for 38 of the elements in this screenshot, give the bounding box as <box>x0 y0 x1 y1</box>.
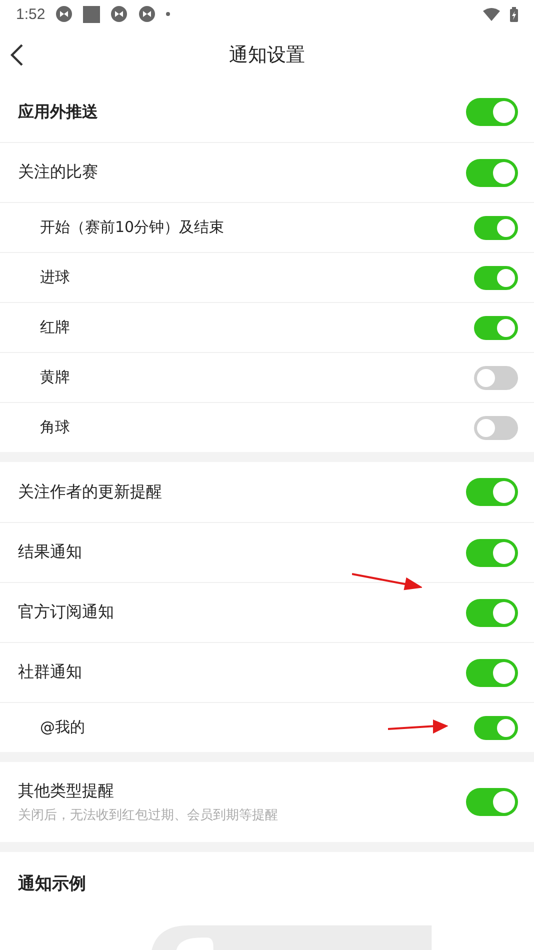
battery-icon <box>510 6 518 22</box>
wifi-icon <box>483 8 500 20</box>
dot-icon <box>166 12 170 16</box>
setting-label: 关注的比赛 <box>18 162 98 183</box>
toggle-switch[interactable] <box>474 316 518 340</box>
setting-label: 社群通知 <box>18 662 82 683</box>
toggle-switch[interactable] <box>466 158 518 186</box>
setting-label: 关注作者的更新提醒 <box>18 482 162 502</box>
setting-hint: 关闭后，无法收到红包过期、会员到期等提醒 <box>18 806 278 824</box>
setting-label: @我的 <box>40 718 85 737</box>
toggle-switch[interactable] <box>474 266 518 290</box>
page-title: 通知设置 <box>229 43 305 68</box>
setting-label: 其他类型提醒 <box>18 780 115 802</box>
back-icon[interactable] <box>10 44 24 66</box>
setting-label: 应用外推送 <box>18 102 98 122</box>
setting-label: 开始（赛前10分钟）及结束 <box>40 218 224 237</box>
toggle-switch[interactable] <box>466 598 518 626</box>
app-icon <box>83 6 100 22</box>
app-icon <box>110 5 128 23</box>
section-title: 通知示例 <box>17 873 87 895</box>
setting-label: 角球 <box>40 418 70 437</box>
toggle-switch[interactable] <box>474 366 518 390</box>
setting-label: 黄牌 <box>40 368 70 387</box>
toggle-switch[interactable] <box>474 416 518 440</box>
setting-label: 官方订阅通知 <box>18 602 114 623</box>
setting-label: 进球 <box>40 268 70 287</box>
status-time: 1:52 <box>16 6 46 22</box>
setting-label: 结果通知 <box>18 542 82 563</box>
app-icon <box>138 5 156 23</box>
toggle-switch[interactable] <box>466 658 518 686</box>
toggle-switch[interactable] <box>466 788 518 816</box>
toggle-switch[interactable] <box>466 478 518 506</box>
toggle-switch[interactable] <box>474 716 518 740</box>
setting-label: 红牌 <box>40 318 70 337</box>
toggle-switch[interactable] <box>466 538 518 566</box>
app-icon <box>55 5 74 23</box>
toggle-switch[interactable] <box>474 216 518 240</box>
toggle-switch[interactable] <box>466 98 518 126</box>
